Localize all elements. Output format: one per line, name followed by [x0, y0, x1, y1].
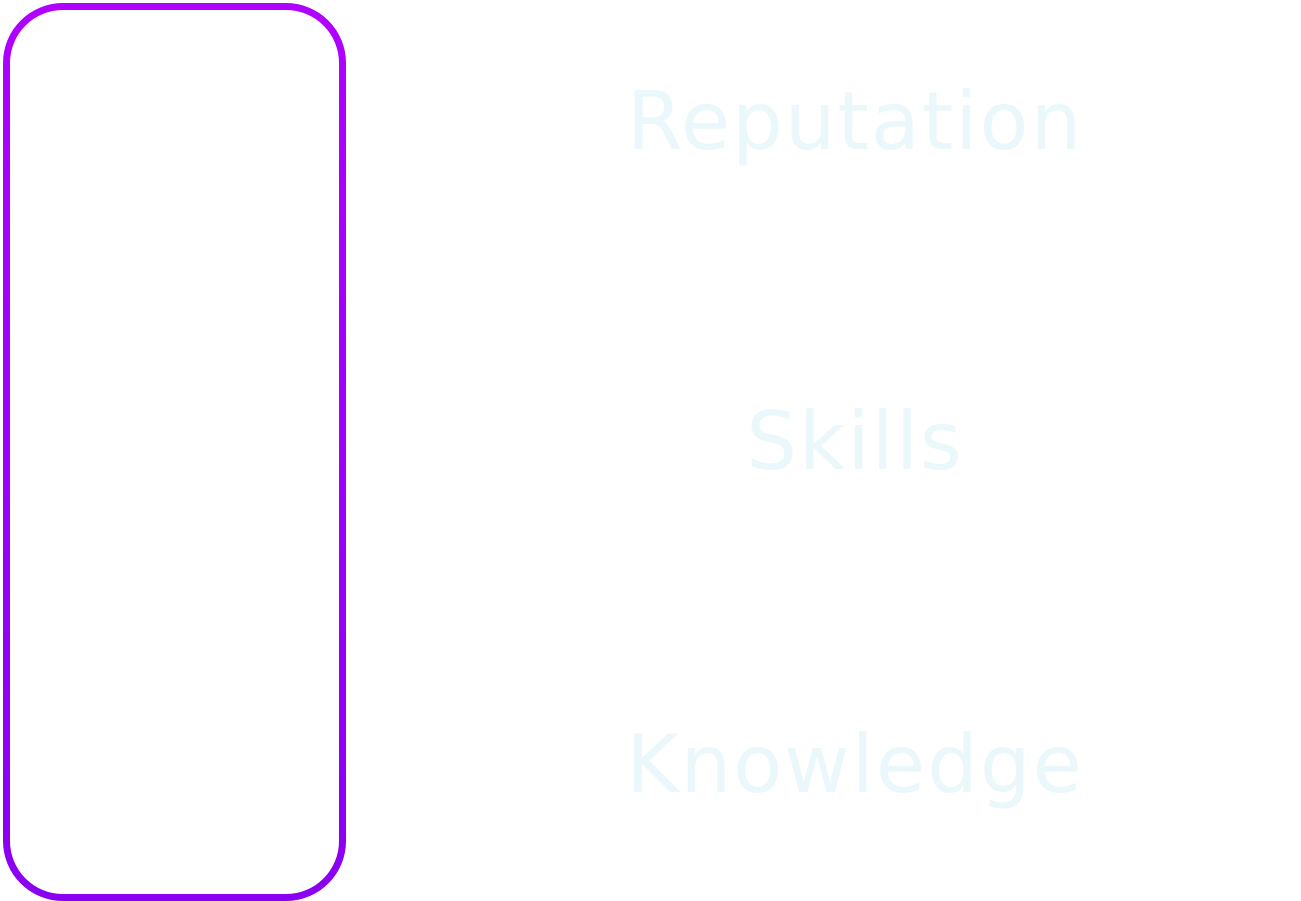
rounded-frame [3, 3, 346, 901]
diagram-canvas: Reputation Skills Knowledge [0, 0, 1301, 901]
label-reputation: Reputation [626, 75, 1084, 168]
label-knowledge: Knowledge [626, 718, 1084, 811]
label-skills: Skills [746, 395, 964, 488]
